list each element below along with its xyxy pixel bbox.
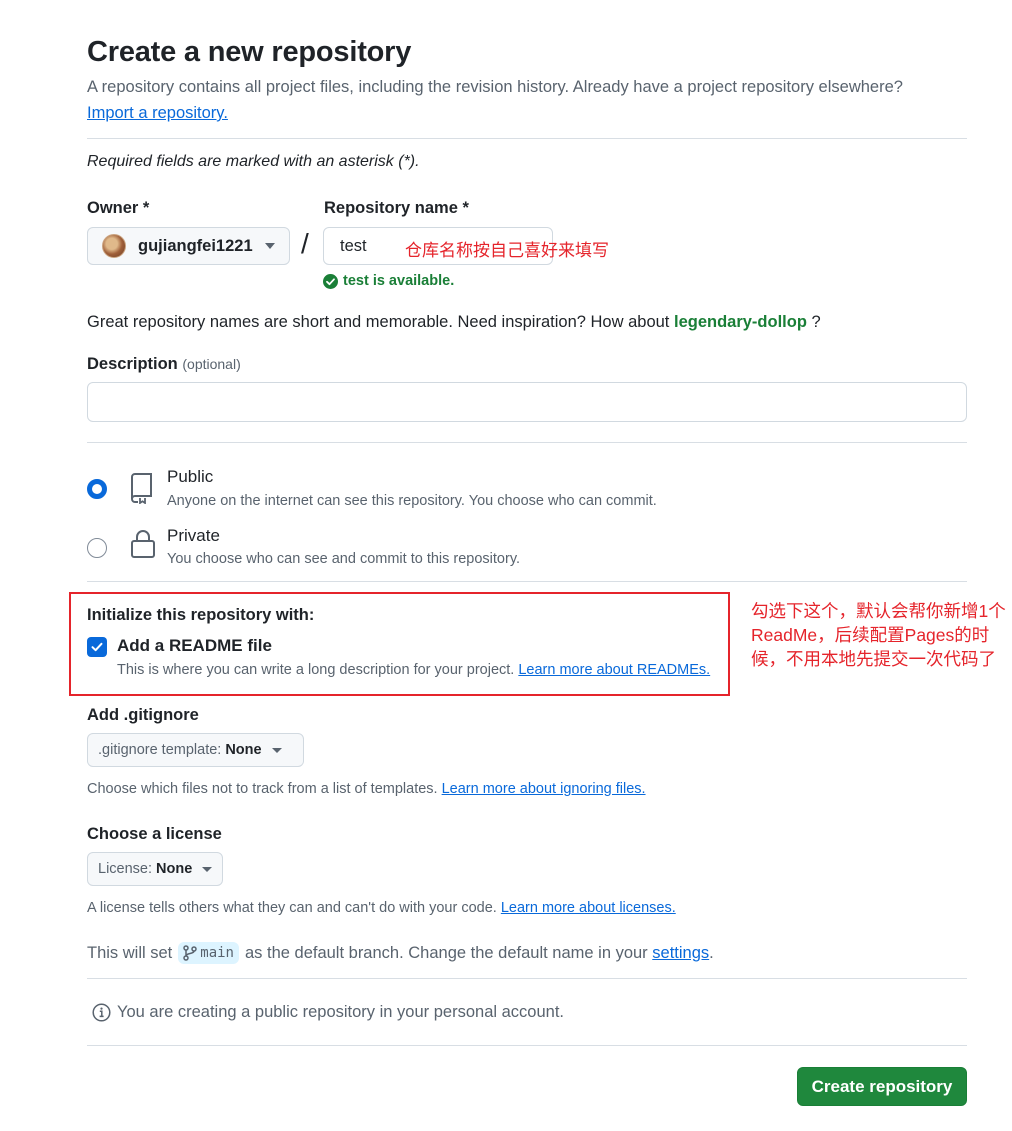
- license-help: A license tells others what they can and…: [87, 900, 676, 916]
- branch-suffix: .: [709, 943, 714, 962]
- gitignore-select-prefix: .gitignore template:: [98, 742, 222, 758]
- avatar: [102, 234, 126, 258]
- required-fields-note: Required fields are marked with an aster…: [87, 153, 420, 170]
- owner-label: Owner *: [87, 199, 150, 217]
- optional-tag: (optional): [182, 356, 241, 372]
- description-label: Description (optional): [87, 355, 241, 374]
- readme-option-description: This is where you can write a long descr…: [117, 662, 710, 678]
- license-select-value: None: [156, 861, 193, 877]
- readme-checkbox[interactable]: [87, 637, 107, 657]
- repository-name-label: Repository name *: [324, 199, 469, 217]
- info-message: You are creating a public repository in …: [117, 1003, 564, 1021]
- private-option-title: Private: [167, 526, 220, 545]
- divider: [87, 442, 967, 443]
- initialize-label: Initialize this repository with:: [87, 606, 315, 624]
- repository-name-annotation: 仓库名称按自己喜好来填写: [405, 241, 609, 260]
- divider: [87, 1045, 967, 1046]
- owner-name: gujiangfei1221: [138, 236, 253, 255]
- description-label-text: Description: [87, 355, 178, 373]
- gitignore-help: Choose which files not to track from a l…: [87, 781, 646, 797]
- slash-separator: /: [301, 228, 309, 259]
- gitignore-select-value: None: [225, 742, 262, 758]
- page-subtitle: A repository contains all project files,…: [87, 78, 903, 96]
- license-label: Choose a license: [87, 825, 222, 843]
- names-hint-text: Great repository names are short and mem…: [87, 313, 670, 331]
- readme-description-text: This is where you can write a long descr…: [117, 662, 515, 678]
- git-branch-icon: [183, 945, 198, 961]
- license-learn-more-link[interactable]: Learn more about licenses.: [501, 900, 676, 916]
- names-hint: Great repository names are short and mem…: [87, 313, 821, 332]
- divider: [87, 978, 967, 979]
- repo-book-icon: [131, 473, 152, 504]
- license-select-prefix: License:: [98, 861, 153, 877]
- description-input[interactable]: [87, 382, 967, 422]
- branch-middle: as the default branch. Change the defaul…: [244, 943, 648, 962]
- create-repository-button[interactable]: Create repository: [797, 1067, 967, 1106]
- side-annotation: 勾选下这个，默认会帮你新增1个ReadMe，后续配置Pages的时候，不用本地先…: [751, 601, 1006, 669]
- check-icon: [91, 642, 103, 652]
- gitignore-learn-more-link[interactable]: Learn more about ignoring files.: [442, 781, 646, 797]
- branch-chip: main: [178, 942, 239, 964]
- default-branch-note: This will set main as the default branch…: [87, 942, 714, 964]
- name-suggestion[interactable]: legendary-dollop: [674, 313, 807, 331]
- names-hint-suffix: ?: [811, 313, 821, 331]
- gitignore-label: Add .gitignore: [87, 706, 199, 724]
- gitignore-template-select[interactable]: .gitignore template: None: [87, 733, 304, 767]
- divider: [87, 581, 967, 582]
- license-help-text: A license tells others what they can and…: [87, 900, 497, 916]
- availability-message: test is available.: [343, 273, 455, 289]
- readme-option-title: Add a README file: [117, 636, 272, 655]
- license-select[interactable]: License: None: [87, 852, 223, 886]
- readme-learn-more-link[interactable]: Learn more about READMEs.: [518, 662, 710, 678]
- page-title: Create a new repository: [87, 36, 412, 68]
- caret-down-icon: [271, 747, 282, 753]
- gitignore-help-text: Choose which files not to track from a l…: [87, 781, 438, 797]
- caret-down-icon: [265, 243, 275, 249]
- check-circle-icon: [323, 274, 338, 289]
- branch-prefix: This will set: [87, 943, 173, 962]
- info-icon: [92, 1003, 111, 1022]
- divider: [87, 138, 967, 139]
- private-option-description: You choose who can see and commit to thi…: [167, 551, 521, 567]
- lock-icon: [131, 530, 155, 558]
- branch-name: main: [200, 945, 234, 961]
- public-option-description: Anyone on the internet can see this repo…: [167, 493, 657, 509]
- owner-select-button[interactable]: gujiangfei1221: [87, 227, 290, 265]
- public-radio[interactable]: [87, 479, 107, 499]
- caret-down-icon: [202, 866, 213, 872]
- import-repository-link[interactable]: Import a repository.: [87, 104, 228, 123]
- settings-link[interactable]: settings: [652, 944, 709, 963]
- public-option-title: Public: [167, 467, 214, 486]
- private-radio[interactable]: [87, 538, 107, 558]
